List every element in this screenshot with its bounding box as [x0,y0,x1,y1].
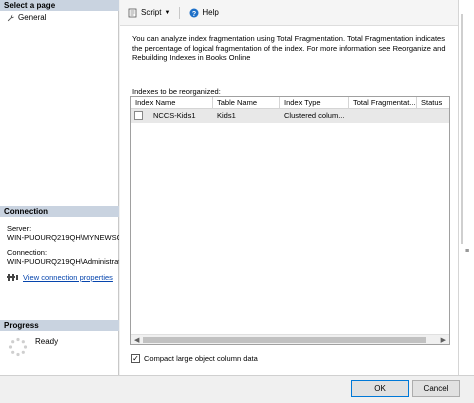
horizontal-scrollbar[interactable]: ◀ ▶ [131,334,449,344]
cell-total-fragmentation [349,109,417,123]
svg-text:?: ? [192,10,196,17]
toolbar-separator [179,6,181,19]
indexes-grid[interactable]: Index Name Table Name Index Type Total F… [130,96,450,345]
cell-index-name: NCCS-Kids1 [153,111,196,120]
server-value: WIN-PUOURQ219QH\MYNEWSQ [7,233,119,242]
background-window-glyph: ≡ [465,248,470,255]
scrollbar-thumb[interactable] [143,337,426,343]
help-button[interactable]: ? Help [187,6,220,20]
script-icon [128,8,137,17]
column-header-index-name[interactable]: Index Name [131,97,213,108]
help-label: Help [202,8,219,17]
view-connection-properties[interactable]: View connection properties [7,273,113,282]
left-panel: Select a page General Connection Server:… [0,0,119,375]
connection-value: WIN-PUOURQ219QH\Administrato [7,257,119,266]
progress-status: Ready [35,337,59,346]
view-connection-properties-link[interactable]: View connection properties [23,273,113,282]
column-header-total-fragmentation[interactable]: Total Fragmentat... [349,97,417,108]
column-header-index-type[interactable]: Index Type [280,97,349,108]
background-window-divider [461,14,463,244]
indexes-label: Indexes to be reorganized: [132,87,221,96]
reorganize-index-dialog: Select a page General Connection Server:… [0,0,474,403]
description-text: You can analyze index fragmentation usin… [132,34,446,62]
table-row[interactable]: NCCS-Kids1 Kids1 Clustered colum... [131,109,449,123]
cell-table-name: Kids1 [217,111,236,120]
page-item-general-label: General [18,13,47,22]
connection-plug-icon [7,274,18,281]
help-icon: ? [189,8,199,17]
cancel-button[interactable]: Cancel [412,380,460,397]
row-selector[interactable] [131,109,149,123]
script-button[interactable]: Script ▼ [126,6,172,20]
select-page-header: Select a page [0,0,119,11]
toolbar: Script ▼ ? Help [120,0,458,26]
cell-status [417,109,449,123]
column-header-status[interactable]: Status [417,97,449,108]
grid-header: Index Name Table Name Index Type Total F… [131,97,449,109]
compact-lob-option[interactable]: ✓ Compact large object column data [131,354,258,363]
cell-index-type: Clustered colum... [284,111,345,120]
script-label: Script [141,8,162,17]
ok-button[interactable]: OK [351,380,409,397]
connection-header: Connection [0,206,119,217]
connection-label: Connection: [7,248,48,257]
server-label: Server: [7,224,32,233]
progress-header: Progress [0,320,119,331]
wrench-icon [7,14,15,21]
scroll-right-icon[interactable]: ▶ [441,336,446,344]
scroll-left-icon[interactable]: ◀ [134,336,139,344]
column-header-table-name[interactable]: Table Name [213,97,280,108]
page-item-general[interactable]: General [7,13,46,22]
compact-lob-label: Compact large object column data [144,354,258,363]
progress-spinner-icon [8,337,28,357]
compact-lob-checkbox[interactable]: ✓ [131,354,140,363]
row-checkbox[interactable] [134,111,143,120]
chevron-down-icon[interactable]: ▼ [164,10,170,16]
